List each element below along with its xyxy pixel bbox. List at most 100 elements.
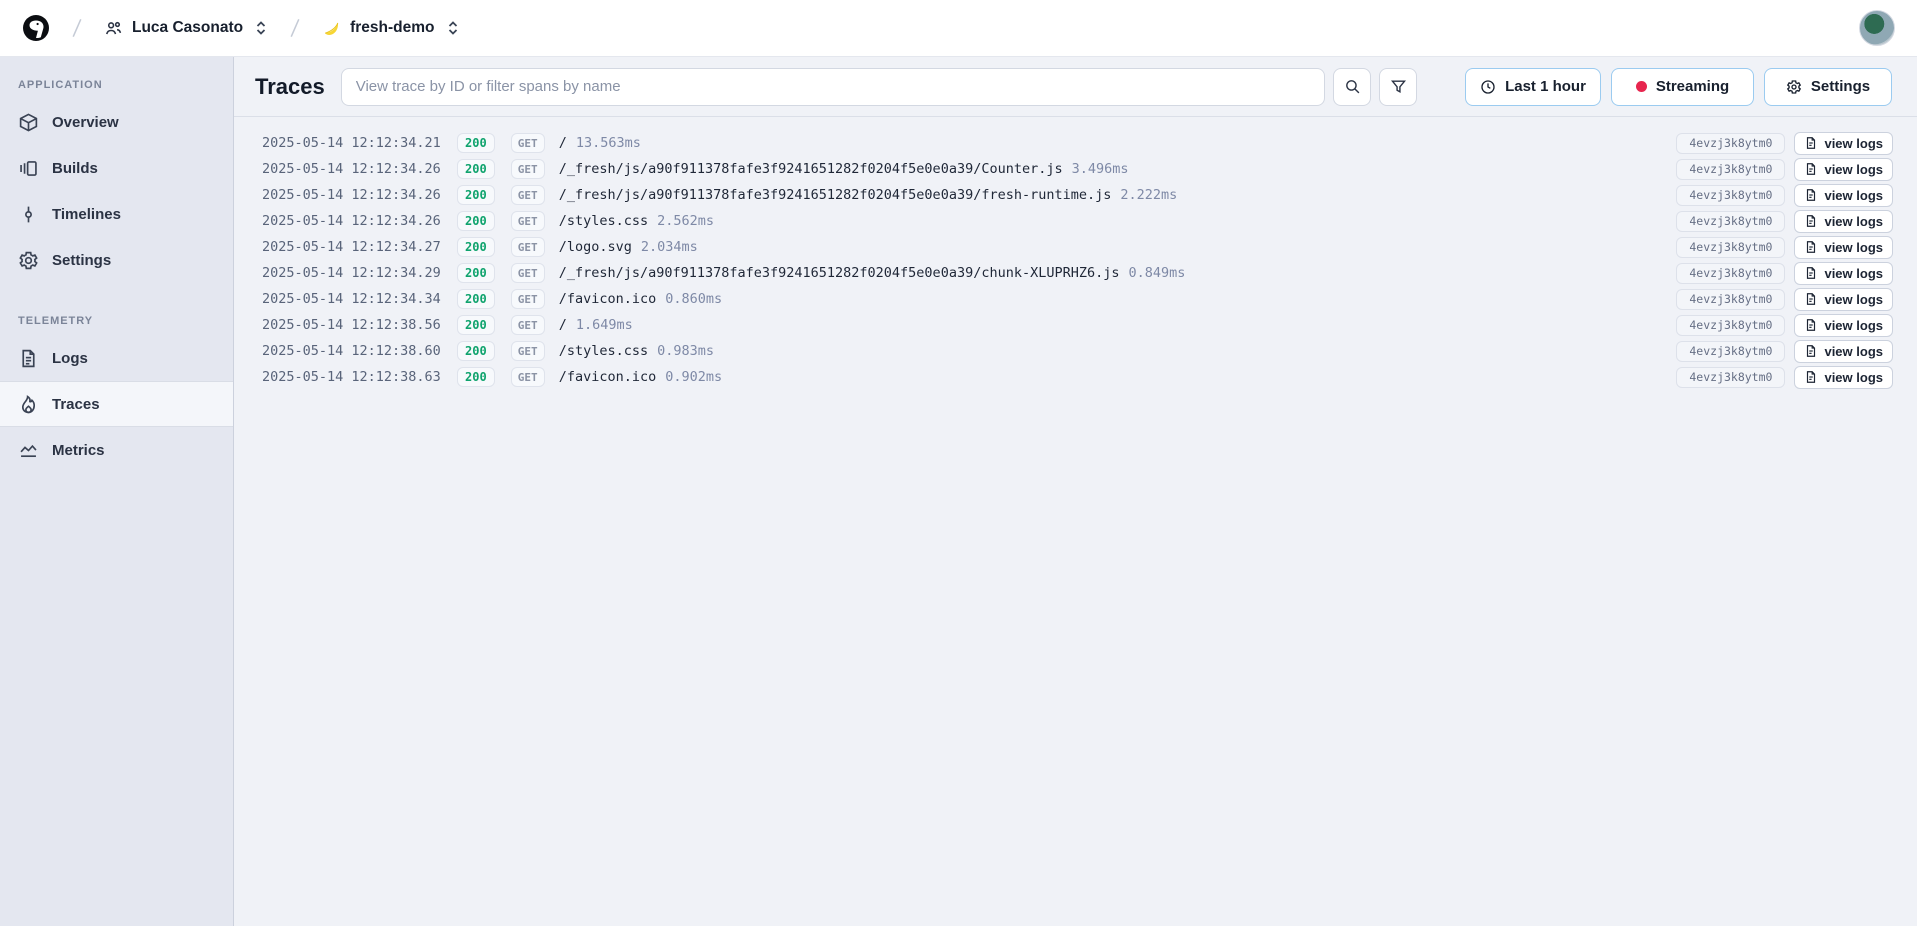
trace-timestamp: 2025-05-14 12:12:38.60 <box>262 343 447 359</box>
sidebar-item-traces[interactable]: Traces <box>0 381 233 427</box>
file-text-icon <box>1804 318 1818 332</box>
chevron-updown-icon <box>254 20 268 36</box>
streaming-dot-icon <box>1636 81 1647 92</box>
flame-icon <box>18 394 39 415</box>
sidebar-item-label: Builds <box>52 160 98 177</box>
chevron-updown-icon <box>446 20 460 36</box>
time-range-label: Last 1 hour <box>1505 78 1586 95</box>
status-badge: 200 <box>457 159 495 179</box>
trace-path: /styles.css <box>559 343 648 359</box>
trace-path: /logo.svg <box>559 239 632 255</box>
view-logs-button[interactable]: view logs <box>1794 314 1893 337</box>
trace-row[interactable]: 2025-05-14 12:12:38.63 200 GET /favicon.… <box>262 364 1893 390</box>
top-nav: Luca Casonato fresh-demo <box>0 0 1917 57</box>
file-text-icon <box>1804 344 1818 358</box>
trace-row[interactable]: 2025-05-14 12:12:34.26 200 GET /styles.c… <box>262 208 1893 234</box>
breadcrumb-project[interactable]: fresh-demo <box>322 19 459 38</box>
method-badge: GET <box>511 211 545 231</box>
trace-row[interactable]: 2025-05-14 12:12:38.56 200 GET / 1.649ms… <box>262 312 1893 338</box>
sidebar-item-metrics[interactable]: Metrics <box>0 427 233 473</box>
sidebar-item-logs[interactable]: Logs <box>0 335 233 381</box>
search-button[interactable] <box>1333 68 1371 106</box>
trace-timestamp: 2025-05-14 12:12:38.56 <box>262 317 447 333</box>
trace-path: /_fresh/js/a90f911378fafe3f9241651282f02… <box>559 187 1112 203</box>
view-logs-label: view logs <box>1824 188 1883 203</box>
sidebar-item-label: Overview <box>52 114 119 131</box>
trace-path: / <box>559 317 567 333</box>
trace-row[interactable]: 2025-05-14 12:12:34.27 200 GET /logo.svg… <box>262 234 1893 260</box>
method-badge: GET <box>511 289 545 309</box>
trace-id-badge: 4evzj3k8ytm0 <box>1676 133 1785 154</box>
trace-timestamp: 2025-05-14 12:12:34.21 <box>262 135 447 151</box>
trace-id-badge: 4evzj3k8ytm0 <box>1676 263 1785 284</box>
status-badge: 200 <box>457 185 495 205</box>
trace-duration: 0.983ms <box>657 343 714 359</box>
trace-row[interactable]: 2025-05-14 12:12:34.29 200 GET /_fresh/j… <box>262 260 1893 286</box>
trace-timestamp: 2025-05-14 12:12:34.26 <box>262 187 447 203</box>
streaming-label: Streaming <box>1656 78 1729 95</box>
sidebar-section-telemetry: TELEMETRY <box>0 305 233 335</box>
view-logs-button[interactable]: view logs <box>1794 262 1893 285</box>
file-text-icon <box>1804 136 1818 150</box>
traces-toolbar: Traces Last 1 hour Streaming Set <box>234 57 1917 117</box>
file-text-icon <box>1804 188 1818 202</box>
sidebar-item-builds[interactable]: Builds <box>0 145 233 191</box>
method-badge: GET <box>511 185 545 205</box>
view-logs-button[interactable]: view logs <box>1794 236 1893 259</box>
settings-label: Settings <box>1811 78 1870 95</box>
breadcrumb-separator <box>64 15 90 41</box>
trace-timestamp: 2025-05-14 12:12:34.26 <box>262 161 447 177</box>
gear-icon <box>18 250 39 271</box>
filter-button[interactable] <box>1379 68 1417 106</box>
view-logs-button[interactable]: view logs <box>1794 132 1893 155</box>
sidebar-section-application: APPLICATION <box>0 69 233 99</box>
view-logs-button[interactable]: view logs <box>1794 340 1893 363</box>
trace-settings-button[interactable]: Settings <box>1764 68 1892 106</box>
trace-duration: 3.496ms <box>1072 161 1129 177</box>
trace-duration: 2.222ms <box>1120 187 1177 203</box>
sidebar-item-timelines[interactable]: Timelines <box>0 191 233 237</box>
trace-row[interactable]: 2025-05-14 12:12:38.60 200 GET /styles.c… <box>262 338 1893 364</box>
gear-icon <box>1786 79 1802 95</box>
view-logs-button[interactable]: view logs <box>1794 288 1893 311</box>
breadcrumb-org[interactable]: Luca Casonato <box>104 19 268 38</box>
file-text-icon <box>18 348 39 369</box>
time-range-button[interactable]: Last 1 hour <box>1465 68 1601 106</box>
file-text-icon <box>1804 266 1818 280</box>
view-logs-label: view logs <box>1824 292 1883 307</box>
trace-path: / <box>559 135 567 151</box>
trace-row[interactable]: 2025-05-14 12:12:34.21 200 GET / 13.563m… <box>262 130 1893 156</box>
view-logs-label: view logs <box>1824 214 1883 229</box>
view-logs-button[interactable]: view logs <box>1794 184 1893 207</box>
trace-timestamp: 2025-05-14 12:12:34.27 <box>262 239 447 255</box>
trace-duration: 0.902ms <box>665 369 722 385</box>
trace-id-badge: 4evzj3k8ytm0 <box>1676 159 1785 180</box>
deno-logo[interactable] <box>22 14 50 42</box>
view-logs-button[interactable]: view logs <box>1794 366 1893 389</box>
timeline-icon <box>18 204 39 225</box>
sidebar-item-label: Logs <box>52 350 88 367</box>
trace-row[interactable]: 2025-05-14 12:12:34.34 200 GET /favicon.… <box>262 286 1893 312</box>
trace-row[interactable]: 2025-05-14 12:12:34.26 200 GET /_fresh/j… <box>262 182 1893 208</box>
user-avatar[interactable] <box>1859 10 1895 46</box>
trace-row[interactable]: 2025-05-14 12:12:34.26 200 GET /_fresh/j… <box>262 156 1893 182</box>
trace-duration: 2.562ms <box>657 213 714 229</box>
sidebar-item-settings[interactable]: Settings <box>0 237 233 283</box>
trace-path: /favicon.ico <box>559 291 657 307</box>
file-text-icon <box>1804 240 1818 254</box>
trace-search-input[interactable] <box>341 68 1325 106</box>
view-logs-button[interactable]: view logs <box>1794 210 1893 233</box>
view-logs-label: view logs <box>1824 370 1883 385</box>
view-logs-label: view logs <box>1824 318 1883 333</box>
trace-id-badge: 4evzj3k8ytm0 <box>1676 341 1785 362</box>
status-badge: 200 <box>457 289 495 309</box>
main-content: Traces Last 1 hour Streaming Set <box>234 57 1917 926</box>
file-text-icon <box>1804 214 1818 228</box>
view-logs-button[interactable]: view logs <box>1794 158 1893 181</box>
clock-icon <box>1480 79 1496 95</box>
team-icon <box>104 19 123 38</box>
sidebar-item-overview[interactable]: Overview <box>0 99 233 145</box>
streaming-button[interactable]: Streaming <box>1611 68 1754 106</box>
method-badge: GET <box>511 237 545 257</box>
trace-path: /favicon.ico <box>559 369 657 385</box>
